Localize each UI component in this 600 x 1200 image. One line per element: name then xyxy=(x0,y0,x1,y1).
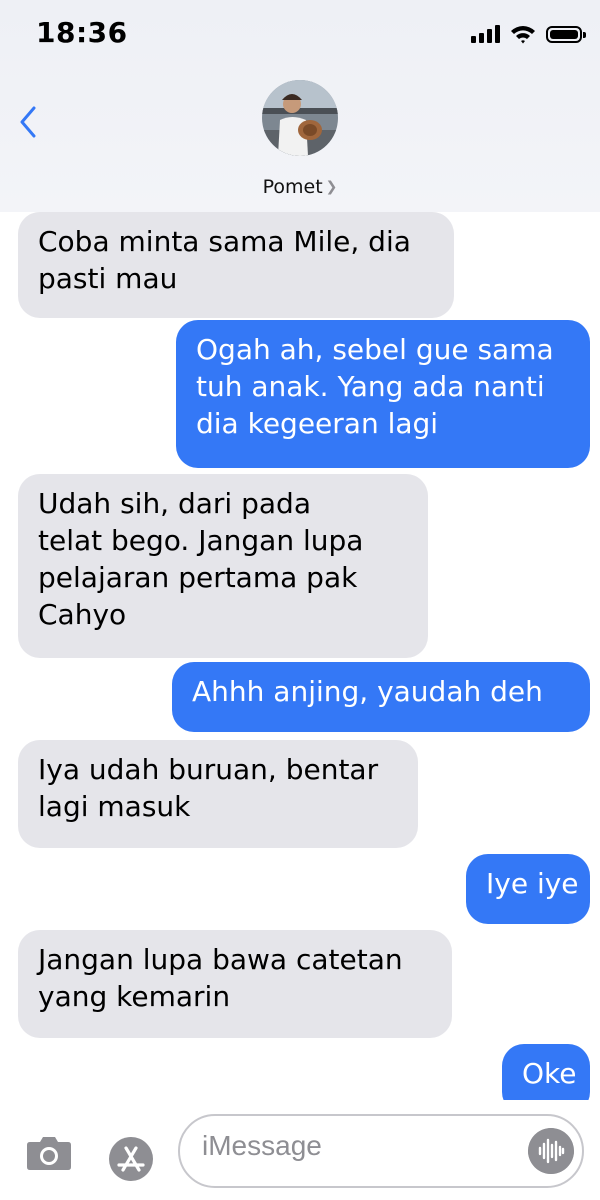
message-line: tuh anak. Yang ada nanti xyxy=(196,370,545,403)
camera-icon[interactable] xyxy=(26,1136,72,1170)
battery-icon xyxy=(546,25,586,43)
message-bubble-outgoing[interactable]: Ahhh anjing, yaudah deh xyxy=(172,662,590,732)
message-line: Iya udah buruan, bentar xyxy=(38,753,379,786)
message-line: Ahhh anjing, yaudah deh xyxy=(192,675,543,708)
status-icons xyxy=(471,24,586,44)
message-bubble-outgoing[interactable]: Iye iye xyxy=(466,854,590,924)
message-line: Oke xyxy=(522,1057,577,1090)
chevron-right-icon: ❯ xyxy=(325,179,338,195)
message-line: yang kemarin xyxy=(38,980,231,1013)
message-line: Ogah ah, sebel gue sama xyxy=(196,333,554,366)
message-line: telat bego. Jangan lupa xyxy=(38,524,364,557)
message-bubble-incoming[interactable]: Udah sih, dari pada telat bego. Jangan l… xyxy=(18,474,428,658)
avatar[interactable] xyxy=(262,80,338,156)
contact-name-button[interactable]: Pomet ❯ xyxy=(0,176,600,198)
message-bubble-incoming[interactable]: Iya udah buruan, bentar lagi masuk xyxy=(18,740,418,848)
conversation-header: 18:36 Pomet ❯ xyxy=(0,0,600,212)
app-store-icon[interactable] xyxy=(108,1136,154,1182)
message-line: Cahyo xyxy=(38,598,127,631)
message-line: Jangan lupa bawa catetan xyxy=(38,943,403,976)
contact-name: Pomet xyxy=(262,176,323,198)
message-line: lagi masuk xyxy=(38,790,191,823)
audio-waveform-icon[interactable] xyxy=(528,1128,574,1174)
message-line: dia kegeeran lagi xyxy=(196,407,439,440)
status-time: 18:36 xyxy=(36,16,128,49)
message-input-placeholder: iMessage xyxy=(202,1130,322,1161)
wifi-icon xyxy=(511,26,535,44)
message-line: Iye iye xyxy=(486,867,579,900)
signal-icon xyxy=(471,25,500,43)
message-line: Coba minta sama Mile, dia xyxy=(38,225,411,258)
message-line: pasti mau xyxy=(38,262,178,295)
message-bubble-incoming[interactable]: Coba minta sama Mile, dia pasti mau xyxy=(18,212,454,318)
message-bubble-incoming[interactable]: Jangan lupa bawa catetan yang kemarin xyxy=(18,930,452,1038)
message-bubble-outgoing[interactable]: Ogah ah, sebel gue sama tuh anak. Yang a… xyxy=(176,320,590,468)
chevron-left-icon[interactable] xyxy=(12,100,48,144)
message-line: Udah sih, dari pada xyxy=(38,487,311,520)
message-input[interactable]: iMessage xyxy=(178,1114,584,1188)
message-line: pelajaran pertama pak xyxy=(38,561,358,594)
